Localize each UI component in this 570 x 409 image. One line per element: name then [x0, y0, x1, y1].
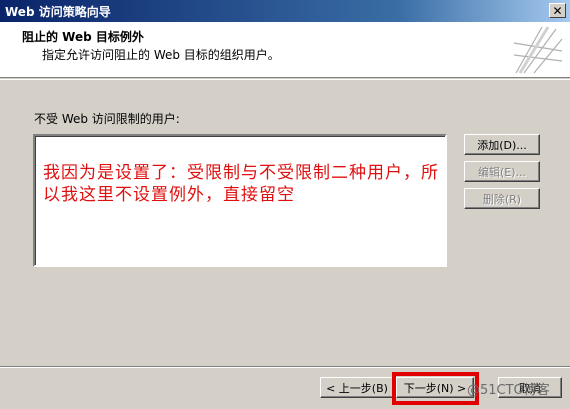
close-button[interactable]: ✕	[549, 3, 566, 18]
back-button[interactable]: < 上一步(B)	[320, 377, 394, 398]
title-bar: Web 访问策略向导 ✕	[0, 0, 570, 22]
exempt-users-list[interactable]: 我因为是设置了：受限制与不受限制二种用户，所以我这里不设置例外，直接留空	[33, 134, 447, 267]
wizard-logo-icon	[512, 25, 564, 75]
close-icon: ✕	[552, 3, 563, 18]
edit-button[interactable]: 编辑(E)...	[464, 161, 540, 182]
exempt-users-label: 不受 Web 访问限制的用户:	[34, 112, 180, 126]
footer-divider-highlight	[0, 367, 570, 368]
page-subtitle: 指定允许访问阻止的 Web 目标的组织用户。	[42, 48, 280, 62]
header-divider	[0, 79, 570, 80]
watermark: @51CTO博客	[467, 383, 550, 398]
add-button[interactable]: 添加(D)...	[464, 134, 540, 155]
annotation-text: 我因为是设置了：受限制与不受限制二种用户，所以我这里不设置例外，直接留空	[43, 163, 439, 205]
window-title: Web 访问策略向导	[5, 4, 111, 19]
delete-button[interactable]: 删除(R)	[464, 188, 540, 209]
wizard-header: 阻止的 Web 目标例外 指定允许访问阻止的 Web 目标的组织用户。	[0, 22, 570, 78]
page-title: 阻止的 Web 目标例外	[22, 30, 144, 44]
next-button[interactable]: 下一步(N) >	[396, 377, 474, 398]
